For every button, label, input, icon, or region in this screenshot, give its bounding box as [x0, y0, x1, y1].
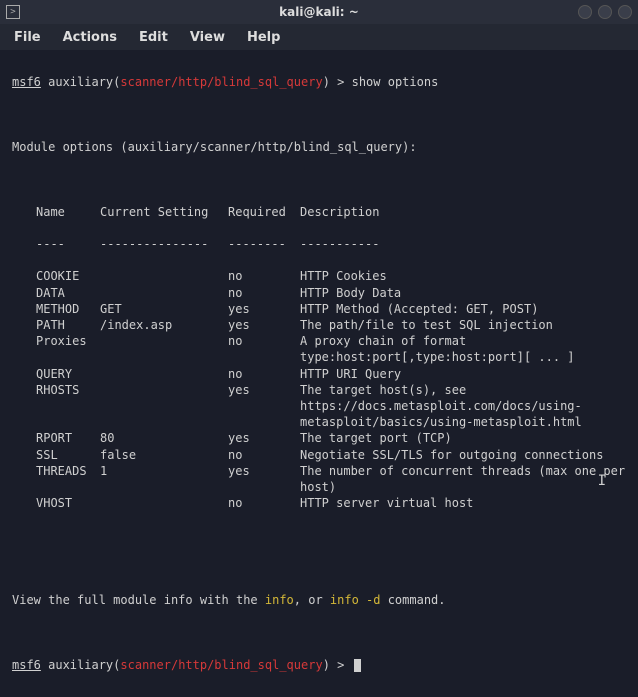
menu-file[interactable]: File [14, 30, 41, 45]
option-description: The target host(s), see https://docs.met… [300, 382, 626, 431]
option-required: no [228, 285, 300, 301]
table-header: Name Current Setting Required Descriptio… [36, 204, 626, 220]
minimize-button[interactable] [578, 5, 592, 19]
option-required: no [228, 366, 300, 382]
table-row: QUERY noHTTP URI Query [36, 366, 626, 382]
window-controls [578, 5, 632, 19]
col-header-name: Name [36, 204, 100, 220]
footer-line: View the full module info with the info,… [12, 592, 626, 608]
option-description: HTTP server virtual host [300, 495, 626, 511]
option-setting [100, 333, 228, 365]
option-setting [100, 285, 228, 301]
option-name: COOKIE [36, 268, 100, 284]
option-name: VHOST [36, 495, 100, 511]
option-name: THREADS [36, 463, 100, 495]
option-setting: GET [100, 301, 228, 317]
cursor [354, 659, 361, 672]
option-required: no [228, 495, 300, 511]
table-dashes: ---- --------------- -------- ----------… [36, 236, 626, 252]
option-name: RPORT [36, 430, 100, 446]
option-setting [100, 382, 228, 431]
option-description: The number of concurrent threads (max on… [300, 463, 626, 495]
menu-help[interactable]: Help [247, 30, 280, 45]
table-row: COOKIE noHTTP Cookies [36, 268, 626, 284]
prompt-prefix: msf6 [12, 75, 41, 89]
option-description: Negotiate SSL/TLS for outgoing connectio… [300, 447, 626, 463]
option-name: DATA [36, 285, 100, 301]
option-required: yes [228, 301, 300, 317]
prompt-type: auxiliary( [41, 75, 120, 89]
table-row: RHOSTS yesThe target host(s), see https:/… [36, 382, 626, 431]
table-row: RPORT80yesThe target port (TCP) [36, 430, 626, 446]
window-title: kali@kali: ~ [279, 5, 359, 19]
col-header-setting: Current Setting [100, 204, 228, 220]
table-row: PATH/index.aspyesThe path/file to test S… [36, 317, 626, 333]
col-header-required: Required [228, 204, 300, 220]
option-description: HTTP Cookies [300, 268, 626, 284]
option-description: HTTP URI Query [300, 366, 626, 382]
option-required: yes [228, 317, 300, 333]
prompt-module: scanner/http/blind_sql_query [120, 75, 322, 89]
menu-view[interactable]: View [190, 30, 225, 45]
option-description: HTTP Body Data [300, 285, 626, 301]
option-description: A proxy chain of format type:host:port[,… [300, 333, 626, 365]
info-d-cmd: info -d [330, 593, 381, 607]
menubar: File Actions Edit View Help [0, 24, 638, 50]
prompt-command: show options [352, 75, 439, 89]
option-name: PATH [36, 317, 100, 333]
prompt-suffix: ) > [323, 75, 352, 89]
prompt-line: msf6 auxiliary(scanner/http/blind_sql_qu… [12, 74, 626, 90]
option-description: The target port (TCP) [300, 430, 626, 446]
table-row: THREADS1yesThe number of concurrent thre… [36, 463, 626, 495]
option-required: yes [228, 463, 300, 495]
option-name: RHOSTS [36, 382, 100, 431]
option-required: yes [228, 382, 300, 431]
option-required: no [228, 447, 300, 463]
option-setting: false [100, 447, 228, 463]
titlebar: kali@kali: ~ [0, 0, 638, 24]
table-row: VHOST noHTTP server virtual host [36, 495, 626, 511]
option-required: no [228, 268, 300, 284]
option-setting: /index.asp [100, 317, 228, 333]
menu-actions[interactable]: Actions [63, 30, 117, 45]
option-name: SSL [36, 447, 100, 463]
option-setting: 1 [100, 463, 228, 495]
table-row: DATA noHTTP Body Data [36, 285, 626, 301]
maximize-button[interactable] [598, 5, 612, 19]
info-cmd: info [265, 593, 294, 607]
option-setting: 80 [100, 430, 228, 446]
terminal-icon [6, 5, 20, 19]
table-row: Proxies noA proxy chain of format type:ho… [36, 333, 626, 365]
col-header-description: Description [300, 204, 626, 220]
module-options-header: Module options (auxiliary/scanner/http/b… [12, 139, 626, 155]
menu-edit[interactable]: Edit [139, 30, 168, 45]
option-setting [100, 268, 228, 284]
close-button[interactable] [618, 5, 632, 19]
option-required: no [228, 333, 300, 365]
ibeam-cursor-icon: I [598, 473, 606, 489]
option-name: METHOD [36, 301, 100, 317]
option-required: yes [228, 430, 300, 446]
option-setting [100, 366, 228, 382]
option-name: QUERY [36, 366, 100, 382]
table-row: SSLfalsenoNegotiate SSL/TLS for outgoing… [36, 447, 626, 463]
option-description: HTTP Method (Accepted: GET, POST) [300, 301, 626, 317]
option-name: Proxies [36, 333, 100, 365]
option-description: The path/file to test SQL injection [300, 317, 626, 333]
table-row: METHODGETyesHTTP Method (Accepted: GET, … [36, 301, 626, 317]
option-setting [100, 495, 228, 511]
prompt-line-2: msf6 auxiliary(scanner/http/blind_sql_qu… [12, 657, 626, 673]
terminal-area[interactable]: msf6 auxiliary(scanner/http/blind_sql_qu… [0, 50, 638, 697]
